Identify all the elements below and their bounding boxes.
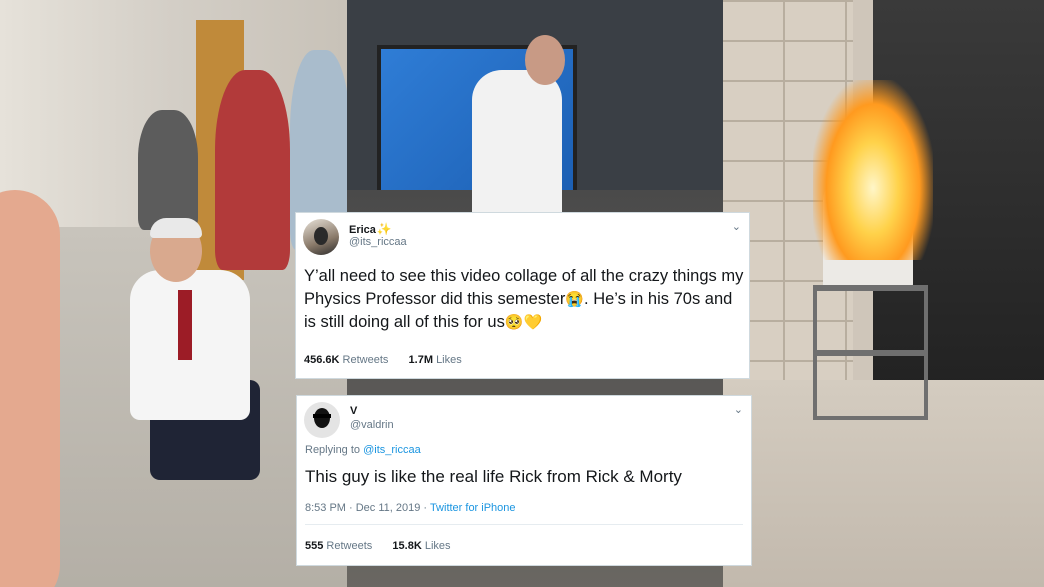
replying-to-link[interactable]: @its_riccaa [363, 444, 421, 456]
tweet-source-link[interactable]: Twitter for iPhone [430, 502, 516, 514]
replying-to: Replying to @its_riccaa [305, 444, 421, 456]
foreground-arm [0, 190, 60, 587]
likes-count[interactable]: 15.8K [392, 540, 421, 552]
cart-shelf [813, 350, 928, 356]
flames [813, 80, 933, 260]
crying-emoji-icon: 😭 [565, 291, 585, 308]
tweet-card-reply[interactable]: V @valdrin ⌄ Replying to @its_riccaa Thi… [296, 395, 752, 566]
professor-tie [178, 290, 192, 360]
tweet-text: This guy is like the real life Rick from… [305, 467, 682, 486]
tweet-card-main[interactable]: Erica✨ @its_riccaa ⌄ Y’all need to see t… [295, 212, 750, 379]
retweets-count[interactable]: 456.6K [304, 354, 339, 366]
display-name[interactable]: Erica✨ [349, 222, 392, 236]
avatar[interactable] [303, 219, 339, 255]
user-handle[interactable]: @valdrin [350, 419, 394, 431]
retweets-count[interactable]: 555 [305, 540, 323, 552]
sparkle-icon: ✨ [376, 222, 392, 236]
avatar[interactable] [304, 402, 340, 438]
bystander [215, 70, 290, 270]
professor-head [525, 35, 565, 85]
user-handle[interactable]: @its_riccaa [349, 236, 407, 248]
likes-count[interactable]: 1.7M [409, 354, 433, 366]
likes-label[interactable]: Likes [436, 354, 462, 366]
engagement-stats: 555 Retweets 15.8K Likes [305, 540, 451, 552]
chevron-down-icon[interactable]: ⌄ [734, 403, 743, 416]
likes-label[interactable]: Likes [425, 540, 451, 552]
bystander [138, 110, 198, 230]
divider [305, 524, 743, 525]
professor-figure [472, 70, 562, 230]
retweets-label[interactable]: Retweets [343, 354, 389, 366]
professor-hair [150, 218, 202, 238]
tweet-text: Y’all need to see this video collage of … [304, 265, 744, 334]
display-name[interactable]: V [350, 405, 357, 417]
yellow-heart-icon: 💛 [523, 314, 543, 331]
engagement-stats: 456.6K Retweets 1.7M Likes [304, 354, 462, 366]
pleading-emoji-icon: 🥺 [504, 314, 524, 331]
tweet-timestamp: 8:53 PM · Dec 11, 2019 · Twitter for iPh… [305, 502, 516, 514]
photo-fire-panel [723, 0, 1044, 587]
chevron-down-icon[interactable]: ⌄ [732, 220, 741, 233]
retweets-label[interactable]: Retweets [326, 540, 372, 552]
